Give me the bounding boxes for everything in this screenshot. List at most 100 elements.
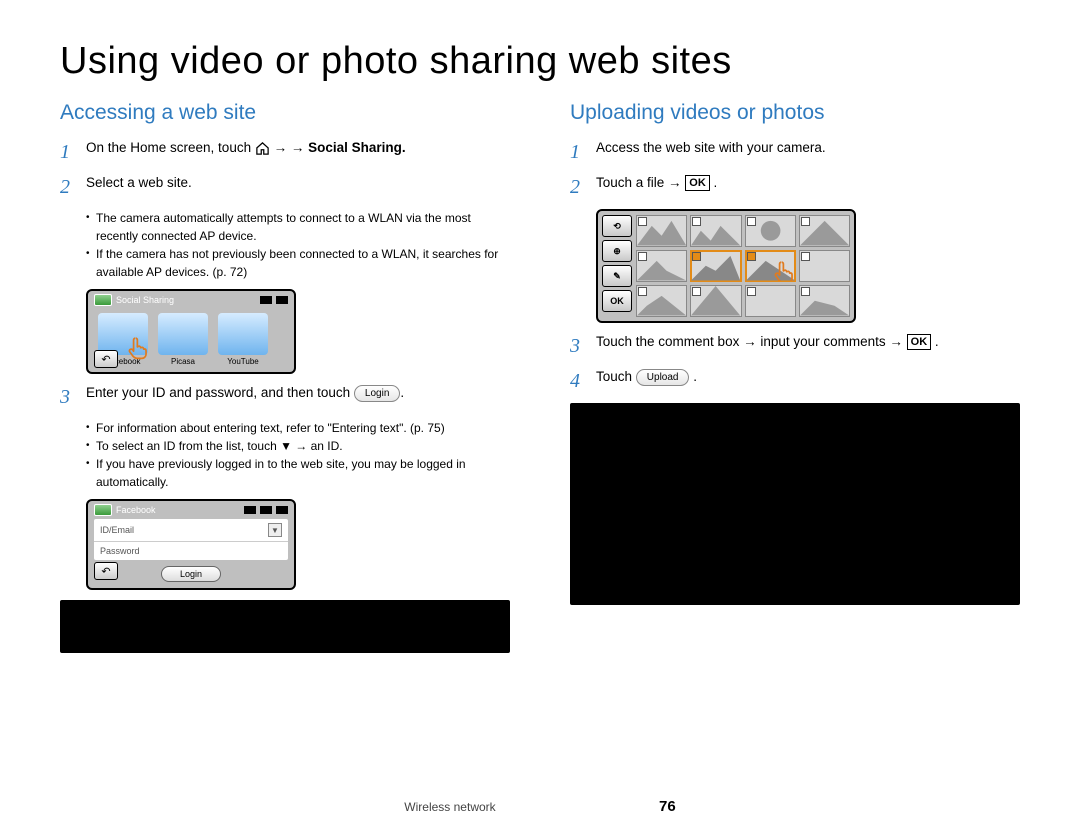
text: Touch <box>596 369 636 384</box>
hand-pointer-icon <box>126 335 152 361</box>
page-title: Using video or photo sharing web sites <box>60 40 1020 83</box>
tile-label: YouTube <box>218 357 268 366</box>
sidebar-ok-button[interactable]: OK <box>602 290 632 312</box>
step-body: Touch the comment box → input your comme… <box>596 333 1020 351</box>
two-column-layout: Accessing a web site 1 On the Home scree… <box>60 101 1020 653</box>
thumbnail[interactable] <box>745 215 796 247</box>
thumbnail[interactable] <box>799 215 850 247</box>
right-column: Uploading videos or photos 1 Access the … <box>570 101 1020 653</box>
thumbnail[interactable] <box>636 250 687 282</box>
thumbnail[interactable] <box>690 215 741 247</box>
tile-row: Facebook Picasa YouTube <box>88 309 294 368</box>
password-field[interactable]: Password <box>94 542 288 560</box>
sidebar-edit-button[interactable]: ✎ <box>602 265 632 287</box>
step-body: Access the web site with your camera. <box>596 139 1020 157</box>
field-label: ID/Email <box>100 525 134 535</box>
step2-bullets: The camera automatically attempts to con… <box>86 209 510 281</box>
step-2-left: 2 Select a web site. <box>60 174 510 201</box>
step-number: 2 <box>570 174 586 201</box>
thumbnail[interactable] <box>690 285 741 317</box>
note-icon <box>68 608 88 624</box>
thumbnail-grid <box>636 215 850 317</box>
device-titlebar: Social Sharing <box>88 291 294 309</box>
step-1-left: 1 On the Home screen, touch → → Social S… <box>60 139 510 166</box>
step-2-right: 2 Touch a file → OK . <box>570 174 1020 201</box>
device-titlebar: Facebook <box>88 501 294 519</box>
device-screenshot-login: Facebook ID/Email ▼ Password <box>86 499 296 590</box>
text: Social Sharing. <box>308 140 406 155</box>
wifi-icon <box>244 506 256 514</box>
thumbnail[interactable] <box>636 215 687 247</box>
device-screenshot-social-sharing: Social Sharing Facebook <box>86 289 296 374</box>
step-number: 4 <box>570 368 586 395</box>
login-form: ID/Email ▼ Password <box>94 519 288 560</box>
note-icon <box>578 411 598 427</box>
field-label: Password <box>100 546 140 556</box>
step-body: On the Home screen, touch → → Social Sha… <box>86 139 510 157</box>
hand-pointer-icon <box>772 259 796 282</box>
picture-icon <box>94 294 112 306</box>
step-1-right: 1 Access the web site with your camera. <box>570 139 1020 166</box>
thumbnail-selected[interactable] <box>745 250 796 282</box>
step-number: 2 <box>60 174 76 201</box>
tile-youtube[interactable]: YouTube <box>218 313 268 366</box>
note-item: If you cannot access a web site because … <box>610 446 1008 479</box>
ok-button-icon: OK <box>685 175 710 191</box>
chevron-down-icon[interactable]: ▼ <box>268 523 282 537</box>
note-item: You must have an existing account on the… <box>100 610 498 643</box>
ok-button-icon: OK <box>907 334 932 350</box>
thumbnail[interactable] <box>636 285 687 317</box>
login-pill-button: Login <box>354 385 400 403</box>
left-column: Accessing a web site 1 On the Home scree… <box>60 101 510 653</box>
device-title: Social Sharing <box>116 295 174 305</box>
status-icons <box>258 296 288 304</box>
manual-page: Using video or photo sharing web sites A… <box>0 0 1080 825</box>
note-item: You may not be able to upload videos or … <box>610 479 1008 512</box>
bullet: If you have previously logged in to the … <box>86 455 510 491</box>
page-number: 76 <box>659 798 676 815</box>
sidebar-add-button[interactable]: ⊕ <box>602 240 632 262</box>
footer-section-label: Wireless network <box>404 800 495 814</box>
page-footer: Wireless network 76 <box>0 798 1080 815</box>
step-number: 3 <box>570 333 586 360</box>
arrow-icon: → <box>291 140 308 155</box>
back-button[interactable]: ↶ <box>94 562 118 580</box>
device-sidebar: ⟲ ⊕ ✎ OK <box>602 215 632 317</box>
text: → <box>274 140 291 155</box>
note-item: The method for uploading videos or photo… <box>610 413 1008 446</box>
upload-pill-button: Upload <box>636 369 690 387</box>
bullet: To select an ID from the list, touch ▼ →… <box>86 437 510 455</box>
note-box-right: The method for uploading videos or photo… <box>570 403 1020 605</box>
home-icon <box>255 141 270 156</box>
text: Touch the comment box → input your comme… <box>596 334 907 349</box>
tile-picasa[interactable]: Picasa <box>158 313 208 366</box>
step-4-right: 4 Touch Upload . <box>570 368 1020 395</box>
thumbnail[interactable] <box>799 250 850 282</box>
step-body: Touch Upload . <box>596 368 1020 386</box>
device-screenshot-thumbnails: ⟲ ⊕ ✎ OK <box>596 209 856 323</box>
bullet: For information about entering text, ref… <box>86 419 510 437</box>
thumbnail[interactable] <box>799 285 850 317</box>
step-3-left: 3 Enter your ID and password, and then t… <box>60 384 510 411</box>
text: Enter your ID and password, and then tou… <box>86 385 354 400</box>
tile-label: Picasa <box>158 357 208 366</box>
text: Touch a file → <box>596 175 685 190</box>
sidebar-filter-button[interactable]: ⟲ <box>602 215 632 237</box>
step-body: Select a web site. <box>86 174 510 192</box>
note-item: The speed of your Internet connection ma… <box>610 545 1008 578</box>
section-heading-left: Accessing a web site <box>60 101 510 125</box>
step3-bullets: For information about entering text, ref… <box>86 419 510 491</box>
step-body: Enter your ID and password, and then tou… <box>86 384 510 402</box>
login-button[interactable]: Login <box>161 566 221 582</box>
step-body: Touch a file → OK . <box>596 174 1020 192</box>
note-item: Uploaded videos or photos may be automat… <box>610 512 1008 545</box>
note-item: If there are no files in the camera memo… <box>610 578 1008 595</box>
back-button[interactable]: ↶ <box>94 350 118 368</box>
id-email-field[interactable]: ID/Email ▼ <box>94 519 288 542</box>
thumbnail-selected[interactable] <box>690 250 741 282</box>
bullet: The camera automatically attempts to con… <box>86 209 510 245</box>
step-number: 1 <box>60 139 76 166</box>
thumbnail[interactable] <box>745 285 796 317</box>
section-heading-right: Uploading videos or photos <box>570 101 1020 125</box>
step-number: 3 <box>60 384 76 411</box>
